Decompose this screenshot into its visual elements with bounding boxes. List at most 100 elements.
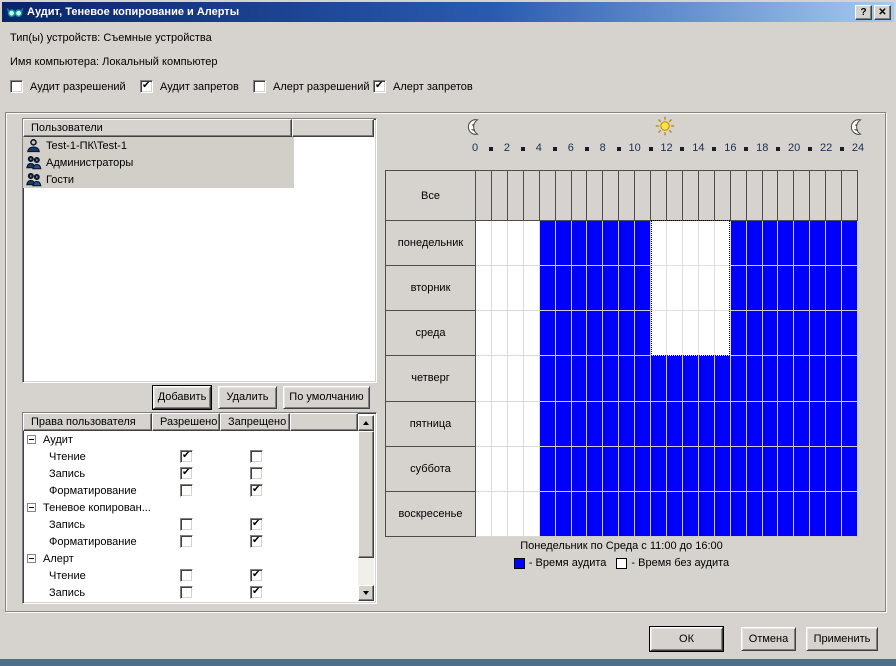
schedule-cell[interactable] [683, 311, 699, 356]
checkbox-icon[interactable] [10, 80, 23, 93]
schedule-cell[interactable] [763, 447, 779, 492]
rights-column-header-name[interactable]: Права пользователя [23, 413, 152, 431]
grid-hour-header-cell[interactable] [683, 171, 699, 221]
scroll-down-icon[interactable] [358, 585, 374, 601]
grid-hour-header-cell[interactable] [572, 171, 588, 221]
allowed-checkbox[interactable] [180, 518, 193, 531]
grid-hour-header-cell[interactable] [826, 171, 842, 221]
schedule-cell[interactable] [778, 266, 794, 311]
schedule-cell[interactable] [492, 356, 508, 401]
grid-hour-header-cell[interactable] [747, 171, 763, 221]
schedule-cell[interactable] [731, 447, 747, 492]
schedule-cell[interactable] [778, 356, 794, 401]
schedule-cell[interactable] [667, 356, 683, 401]
schedule-cell[interactable] [524, 447, 540, 492]
schedule-cell[interactable] [747, 221, 763, 266]
schedule-cell[interactable] [842, 402, 858, 447]
schedule-cell[interactable] [540, 221, 556, 266]
schedule-cell[interactable] [683, 492, 699, 537]
schedule-cell[interactable] [794, 266, 810, 311]
schedule-cell[interactable] [731, 266, 747, 311]
schedule-cell[interactable] [572, 447, 588, 492]
schedule-cell[interactable] [508, 402, 524, 447]
schedule-cell[interactable] [651, 311, 667, 356]
grid-day-label[interactable]: понедельник [386, 221, 476, 266]
rights-column-header-denied[interactable]: Запрещено [220, 413, 290, 431]
users-list[interactable]: Пользователи Test-1-ПК\Test-1Администрат… [22, 118, 377, 383]
grid-hour-header-cell[interactable] [587, 171, 603, 221]
schedule-cell[interactable] [572, 221, 588, 266]
schedule-cell[interactable] [794, 311, 810, 356]
schedule-cell[interactable] [492, 492, 508, 537]
schedule-cell[interactable] [572, 356, 588, 401]
schedule-cell[interactable] [587, 221, 603, 266]
allowed-checkbox[interactable] [180, 535, 193, 548]
titlebar[interactable]: Аудит, Теневое копирование и Алерты ? ✕ [2, 2, 894, 22]
schedule-cell[interactable] [763, 402, 779, 447]
schedule-cell[interactable] [826, 492, 842, 537]
schedule-cell[interactable] [540, 402, 556, 447]
schedule-cell[interactable] [540, 356, 556, 401]
grid-day-header-all[interactable]: Все [386, 171, 476, 221]
schedule-cell[interactable] [651, 266, 667, 311]
schedule-cell[interactable] [747, 266, 763, 311]
grid-hour-header-cell[interactable] [476, 171, 492, 221]
schedule-cell[interactable] [619, 221, 635, 266]
grid-day-label[interactable]: четверг [386, 356, 476, 401]
schedule-cell[interactable] [731, 356, 747, 401]
delete-user-button[interactable]: Удалить [218, 386, 277, 409]
schedule-cell[interactable] [747, 402, 763, 447]
schedule-cell[interactable] [635, 356, 651, 401]
schedule-cell[interactable] [683, 402, 699, 447]
grid-hour-header-cell[interactable] [556, 171, 572, 221]
grid-hour-header-cell[interactable] [540, 171, 556, 221]
schedule-cell[interactable] [699, 311, 715, 356]
schedule-cell[interactable] [603, 221, 619, 266]
schedule-cell[interactable] [603, 492, 619, 537]
schedule-cell[interactable] [540, 492, 556, 537]
schedule-cell[interactable] [587, 311, 603, 356]
schedule-cell[interactable] [635, 402, 651, 447]
schedule-cell[interactable] [524, 311, 540, 356]
checkbox-icon[interactable] [253, 80, 266, 93]
schedule-cell[interactable] [492, 311, 508, 356]
schedule-cell[interactable] [619, 402, 635, 447]
schedule-cell[interactable] [810, 492, 826, 537]
schedule-cell[interactable] [619, 266, 635, 311]
schedule-cell[interactable] [540, 266, 556, 311]
schedule-cell[interactable] [810, 447, 826, 492]
grid-hour-header-cell[interactable] [699, 171, 715, 221]
users-empty-column-header[interactable] [292, 119, 374, 137]
schedule-cell[interactable] [572, 492, 588, 537]
schedule-cell[interactable] [810, 311, 826, 356]
schedule-cell[interactable] [603, 447, 619, 492]
schedule-cell[interactable] [683, 447, 699, 492]
schedule-cell[interactable] [635, 492, 651, 537]
schedule-cell[interactable] [699, 221, 715, 266]
schedule-cell[interactable] [635, 447, 651, 492]
user-list-item[interactable]: Администраторы [23, 154, 294, 171]
schedule-cell[interactable] [747, 492, 763, 537]
grid-hour-header-cell[interactable] [731, 171, 747, 221]
schedule-cell[interactable] [635, 266, 651, 311]
schedule-cell[interactable] [476, 402, 492, 447]
denied-checkbox[interactable] [250, 450, 263, 463]
schedule-cell[interactable] [794, 492, 810, 537]
help-button[interactable]: ? [855, 5, 872, 20]
schedule-cell[interactable] [810, 221, 826, 266]
schedule-cell[interactable] [556, 402, 572, 447]
schedule-cell[interactable] [476, 221, 492, 266]
schedule-cell[interactable] [731, 311, 747, 356]
denied-checkbox[interactable] [250, 518, 263, 531]
checkbox-icon[interactable] [140, 80, 153, 93]
schedule-cell[interactable] [715, 492, 731, 537]
schedule-cell[interactable] [683, 356, 699, 401]
schedule-cell[interactable] [572, 311, 588, 356]
schedule-cell[interactable] [619, 492, 635, 537]
cancel-button[interactable]: Отмена [741, 627, 796, 651]
schedule-cell[interactable] [810, 266, 826, 311]
schedule-cell[interactable] [794, 356, 810, 401]
schedule-cell[interactable] [715, 266, 731, 311]
schedule-cell[interactable] [587, 447, 603, 492]
schedule-cell[interactable] [699, 447, 715, 492]
